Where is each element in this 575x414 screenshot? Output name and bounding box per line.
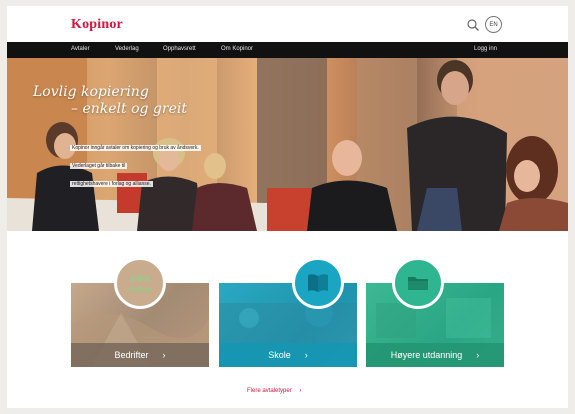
language-button[interactable]: EN [485,16,502,33]
card-bedrifter-icon-badge [114,257,166,309]
hero-text-line-3: rettighetshavere i forlag og allianse. [70,181,153,187]
hero-text-line-1: Kopinor inngår avtaler om kopiering og b… [70,145,201,151]
card-hoyere-utdanning-label: Høyere utdanning [390,350,463,360]
hero-title-line-1: Lovlig kopiering [33,84,149,100]
people-icon [128,274,152,291]
nav-item-om-kopinor[interactable]: Om Kopinor [221,46,253,52]
nav-item-opphavsrett[interactable]: Opphavsrett [163,46,196,52]
chevron-right-icon: › [299,388,302,394]
chevron-right-icon: › [476,350,480,360]
hero-banner: Lovlig kopiering – enkelt og greit Kopin… [7,58,568,231]
card-skole-label: Skole [268,350,291,360]
hero-description: Kopinor inngår avtaler om kopiering og b… [70,136,245,190]
nav-item-avtaler[interactable]: Avtaler [71,46,90,52]
card-hoyere-utdanning-icon-badge [392,257,444,309]
login-link[interactable]: Logg inn [474,46,497,52]
browser-page: Kopinor EN Avtaler Vederlag Opphavsrett … [7,6,568,408]
card-bedrifter-label: Bedrifter [114,350,149,360]
card-skole-icon-badge [292,257,344,309]
kopinor-logo[interactable]: Kopinor [71,17,123,33]
chevron-right-icon: › [304,350,308,360]
nav-item-vederlag[interactable]: Vederlag [115,46,139,52]
site-header: Kopinor EN [7,6,568,42]
more-agreements-link[interactable]: Flere avtaletyper › [247,388,301,394]
hero-text-line-2: Vederlaget går tilbake til [70,163,128,169]
hero-title-line-2: – enkelt og greit [71,101,187,117]
folder-icon [408,277,428,290]
book-icon [308,274,328,292]
more-agreements-label: Flere avtaletyper [247,388,292,394]
search-icon[interactable] [466,18,480,32]
chevron-right-icon: › [162,350,166,360]
main-nav: Avtaler Vederlag Opphavsrett Om Kopinor … [7,42,568,58]
hero-title: Lovlig kopiering – enkelt og greit [33,84,187,118]
